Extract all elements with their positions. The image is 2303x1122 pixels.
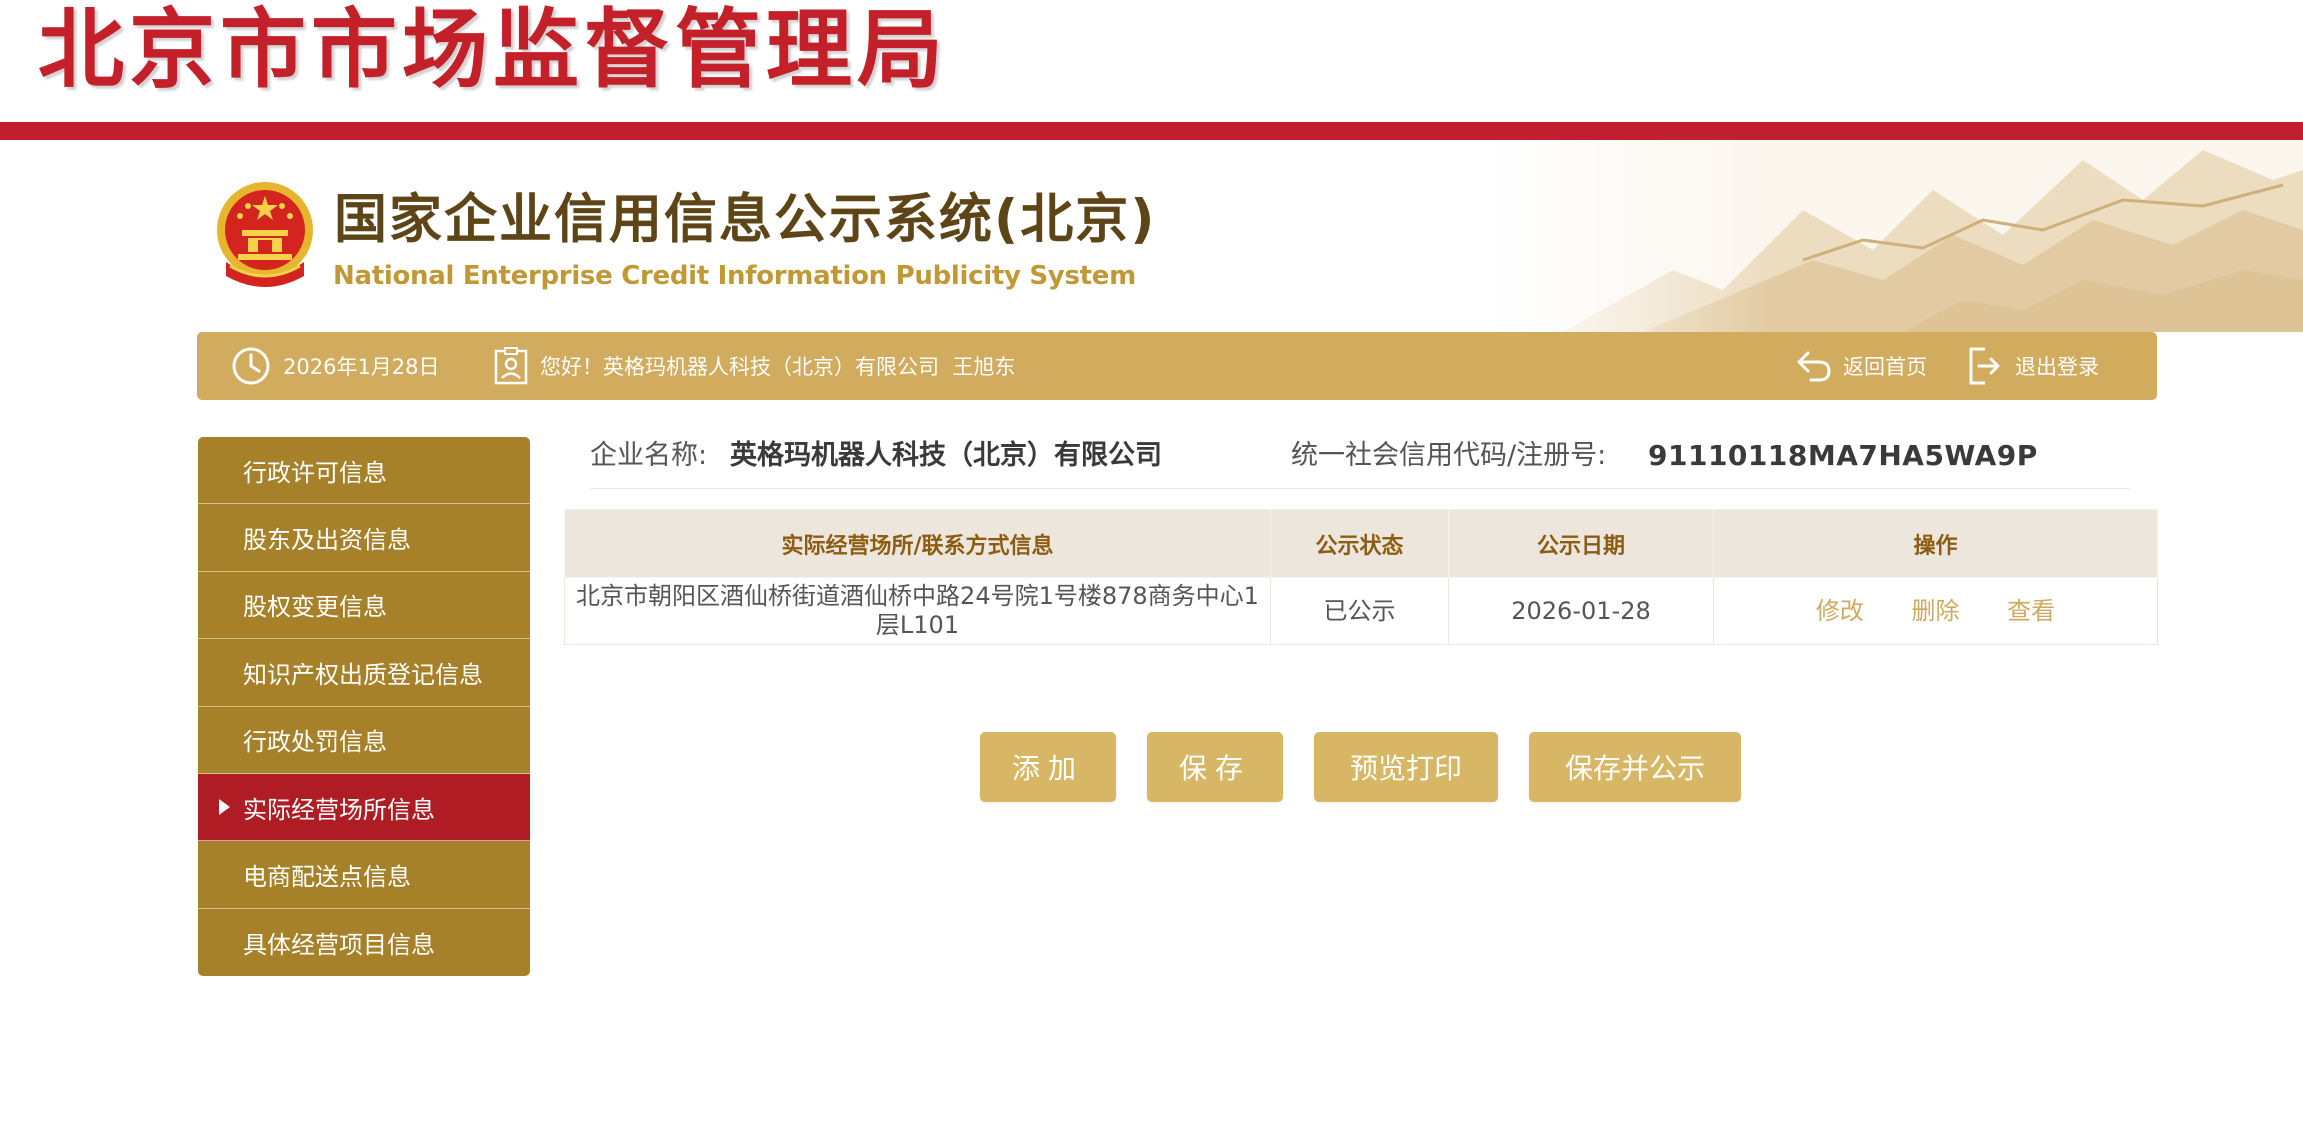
return-arrow-icon bbox=[1797, 351, 1831, 382]
info-bar: 2026年1月28日 您好！英格玛机器人科技（北京）有限公司 王旭东 返回首页 … bbox=[197, 332, 2157, 400]
credit-code-value: 91110118MA7HA5WA9P bbox=[1648, 439, 2038, 472]
address-line: 北京市朝阳区酒仙桥街道酒仙桥中路24号院1号楼878商务中心1 bbox=[576, 582, 1259, 610]
sidebar-item-label: 行政许可信息 bbox=[243, 458, 387, 487]
sidebar-item-admin-license[interactable]: 行政许可信息 bbox=[198, 437, 530, 505]
national-emblem-icon bbox=[217, 182, 313, 287]
sidebar-item-equity-change[interactable]: 股权变更信息 bbox=[198, 572, 530, 640]
table-row: 北京市朝阳区酒仙桥街道酒仙桥中路24号院1号楼878商务中心1 层L101 已公… bbox=[564, 577, 2158, 645]
premises-table: 实际经营场所/联系方式信息 公示状态 公示日期 操作 北京市朝阳区酒仙桥街道酒仙… bbox=[564, 509, 2158, 645]
system-header: 国家企业信用信息公示系统(北京) National Enterprise Cre… bbox=[0, 140, 2303, 332]
company-name-value: 英格玛机器人科技（北京）有限公司 bbox=[730, 440, 1162, 471]
banner-red-rule bbox=[0, 122, 2303, 140]
sidebar-item-business-items[interactable]: 具体经营项目信息 bbox=[198, 909, 530, 976]
cell-date: 2026-01-28 bbox=[1448, 577, 1714, 645]
column-header-actions: 操作 bbox=[1713, 509, 2158, 578]
logout-label[interactable]: 退出登录 bbox=[2015, 351, 2099, 381]
sidebar-item-ecommerce-delivery[interactable]: 电商配送点信息 bbox=[198, 841, 530, 909]
column-header-status: 公示状态 bbox=[1270, 509, 1449, 578]
sidebar-item-label: 具体经营项目信息 bbox=[243, 930, 435, 959]
greeting-text: 您好！英格玛机器人科技（北京）有限公司 王旭东 bbox=[540, 355, 1016, 379]
table-header-row: 实际经营场所/联系方式信息 公示状态 公示日期 操作 bbox=[564, 509, 2158, 578]
bureau-title: 北京市市场监督管理局 bbox=[38, 0, 948, 100]
company-info-line: 企业名称: 英格玛机器人科技（北京）有限公司 统一社会信用代码/注册号: 911… bbox=[590, 435, 2130, 489]
address-line: 层L101 bbox=[875, 611, 960, 639]
credit-code-label: 统一社会信用代码/注册号: bbox=[1291, 440, 1607, 471]
cell-actions: 修改 删除 查看 bbox=[1713, 577, 2158, 645]
save-and-publish-button[interactable]: 保存并公示 bbox=[1529, 732, 1741, 802]
great-wall-mountain-art bbox=[1483, 140, 2303, 332]
preview-print-button[interactable]: 预览打印 bbox=[1314, 732, 1498, 802]
logout-link[interactable]: 退出登录 bbox=[1967, 332, 2099, 400]
system-title-en: National Enterprise Credit Information P… bbox=[333, 261, 1136, 291]
view-link[interactable]: 查看 bbox=[2007, 597, 2055, 625]
company-name-label: 企业名称: bbox=[590, 440, 708, 471]
cell-address: 北京市朝阳区酒仙桥街道酒仙桥中路24号院1号楼878商务中心1 层L101 bbox=[564, 577, 1271, 645]
clock-icon bbox=[232, 347, 270, 385]
delete-link[interactable]: 删除 bbox=[1912, 597, 1960, 625]
column-header-address: 实际经营场所/联系方式信息 bbox=[564, 509, 1271, 578]
return-home-label[interactable]: 返回首页 bbox=[1843, 351, 1927, 381]
cell-status: 已公示 bbox=[1270, 577, 1449, 645]
save-button[interactable]: 保存 bbox=[1147, 732, 1283, 802]
return-home-link[interactable]: 返回首页 bbox=[1795, 332, 1927, 400]
edit-link[interactable]: 修改 bbox=[1816, 597, 1864, 625]
sidebar-item-label: 知识产权出质登记信息 bbox=[243, 660, 483, 689]
bureau-banner: 北京市市场监督管理局 bbox=[0, 0, 2303, 122]
sidebar-item-label: 股东及出资信息 bbox=[243, 526, 411, 555]
column-header-date: 公示日期 bbox=[1448, 509, 1714, 578]
sidebar-item-label: 电商配送点信息 bbox=[243, 863, 411, 892]
current-date: 2026年1月28日 bbox=[231, 332, 440, 400]
user-greeting: 您好！英格玛机器人科技（北京）有限公司 王旭东 bbox=[494, 332, 1015, 400]
add-button[interactable]: 添加 bbox=[980, 732, 1116, 802]
sidebar-item-shareholder[interactable]: 股东及出资信息 bbox=[198, 504, 530, 572]
sidebar-item-label: 股权变更信息 bbox=[243, 593, 387, 622]
action-buttons: 添加 保存 预览打印 保存并公示 bbox=[0, 732, 2303, 802]
sidebar-item-ip-pledge[interactable]: 知识产权出质登记信息 bbox=[198, 639, 530, 707]
date-text: 2026年1月28日 bbox=[283, 355, 440, 379]
logout-icon bbox=[1969, 347, 2000, 385]
system-title-cn: 国家企业信用信息公示系统(北京) bbox=[334, 189, 1157, 250]
sidebar-nav: 行政许可信息 股东及出资信息 股权变更信息 知识产权出质登记信息 行政处罚信息 … bbox=[198, 437, 530, 976]
user-card-icon bbox=[494, 347, 528, 385]
